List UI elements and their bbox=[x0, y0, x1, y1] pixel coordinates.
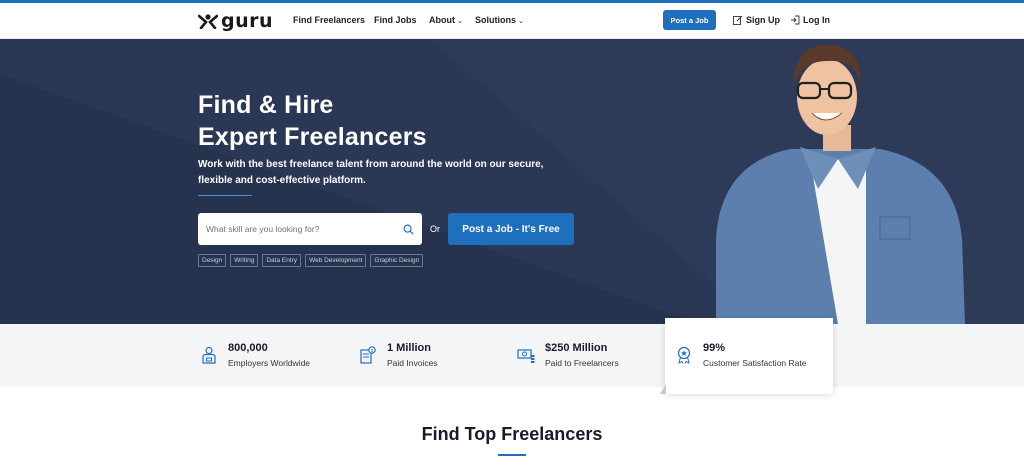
tag-web-development[interactable]: Web Development bbox=[305, 254, 367, 267]
stat-invoices-label: Paid Invoices bbox=[387, 358, 438, 368]
find-top-freelancers-heading: Find Top Freelancers bbox=[421, 424, 603, 444]
post-job-button[interactable]: Post a Job bbox=[663, 10, 716, 30]
login-icon bbox=[791, 15, 800, 25]
skill-search-box bbox=[198, 213, 422, 245]
log-in-link[interactable]: Log In bbox=[790, 15, 830, 25]
card-fold bbox=[660, 384, 666, 394]
stat-satisfaction-card: 99% Customer Satisfaction Rate bbox=[660, 318, 833, 394]
stat-invoices-value: 1 Million bbox=[387, 342, 431, 354]
nav-about-label: About bbox=[429, 15, 455, 25]
hero-background bbox=[0, 39, 1024, 324]
log-in-label: Log In bbox=[803, 15, 830, 25]
nav-about[interactable]: About ⌄ bbox=[429, 15, 463, 25]
search-icon[interactable] bbox=[403, 224, 414, 235]
skill-search-input[interactable] bbox=[206, 224, 403, 234]
site-header: guru Find Freelancers Find Jobs About ⌄ S… bbox=[0, 3, 1024, 39]
hero-title-line2: Expert Freelancers bbox=[198, 123, 427, 151]
hero-subtitle-line2: flexible and cost-effective platform. bbox=[198, 175, 366, 186]
nav-solutions-label: Solutions bbox=[475, 15, 516, 25]
tag-writing[interactable]: Writing bbox=[230, 254, 259, 267]
stat-satisfaction-label: Customer Satisfaction Rate bbox=[703, 358, 807, 368]
section-underline bbox=[498, 454, 526, 456]
hero-title-line1: Find & Hire bbox=[198, 91, 334, 119]
sign-up-label: Sign Up bbox=[746, 15, 780, 25]
stat-satisfaction-value: 99% bbox=[703, 342, 726, 354]
chevron-down-icon: ⌄ bbox=[518, 18, 524, 25]
or-label: Or bbox=[430, 224, 440, 234]
guru-logo[interactable]: guru bbox=[198, 11, 273, 31]
hero-section: Find & Hire Expert Freelancers Work with… bbox=[0, 39, 1024, 324]
money-icon bbox=[517, 349, 535, 363]
chevron-down-icon: ⌄ bbox=[457, 18, 463, 25]
invoice-icon: $ bbox=[360, 346, 376, 364]
tag-data-entry[interactable]: Data Entry bbox=[262, 254, 302, 267]
stat-satisfaction: 99% Customer Satisfaction Rate bbox=[675, 342, 806, 368]
stat-paid-label: Paid to Freelancers bbox=[545, 358, 619, 368]
award-icon bbox=[677, 346, 691, 364]
employer-icon bbox=[202, 346, 216, 364]
stats-bar: 800,000 Employers Worldwide $ 1 Million … bbox=[0, 324, 1024, 387]
nav-solutions[interactable]: Solutions ⌄ bbox=[475, 15, 524, 25]
nav-find-freelancers[interactable]: Find Freelancers bbox=[293, 15, 365, 25]
tag-design[interactable]: Design bbox=[198, 254, 227, 267]
stat-employers-value: 800,000 bbox=[228, 342, 268, 354]
stat-paid-value: $250 Million bbox=[545, 342, 608, 354]
edit-icon bbox=[733, 15, 743, 25]
tag-graphic-design[interactable]: Graphic Design bbox=[370, 254, 424, 267]
post-job-free-button[interactable]: Post a Job - It's Free bbox=[448, 213, 574, 245]
nav-find-jobs[interactable]: Find Jobs bbox=[374, 15, 417, 25]
hero-subtitle-line1: Work with the best freelance talent from… bbox=[198, 159, 544, 170]
stat-employers: 800,000 Employers Worldwide bbox=[200, 342, 310, 368]
sign-up-link[interactable]: Sign Up bbox=[733, 15, 780, 25]
stat-invoices: $ 1 Million Paid Invoices bbox=[359, 342, 438, 368]
logo-text: guru bbox=[221, 10, 274, 32]
guru-mark-icon bbox=[198, 14, 218, 29]
stat-paid: $250 Million Paid to Freelancers bbox=[517, 342, 619, 368]
stat-employers-label: Employers Worldwide bbox=[228, 358, 311, 368]
skill-tags: Design Writing Data Entry Web Developmen… bbox=[198, 254, 424, 267]
hero-divider bbox=[198, 195, 252, 196]
